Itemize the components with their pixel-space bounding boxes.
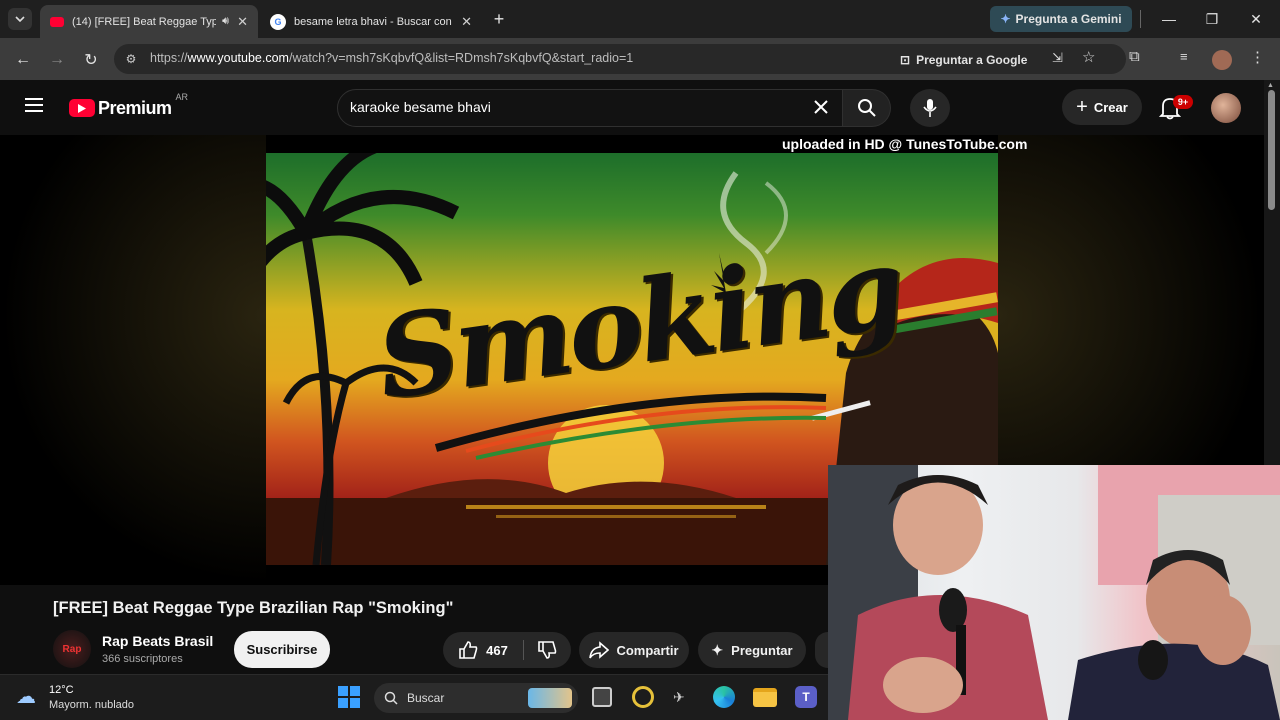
search-button[interactable] <box>843 89 891 127</box>
share-icon <box>589 641 610 659</box>
video-title: [FREE] Beat Reggae Type Brazilian Rap "S… <box>53 599 454 617</box>
lens-icon: ⊡ <box>900 53 911 67</box>
media-controls-icon[interactable]: ≡ <box>1180 49 1188 64</box>
video-watermark: uploaded in HD @ TunesToTube.com <box>782 136 1028 152</box>
close-tab-icon[interactable]: ✕ <box>237 14 248 30</box>
restore-button[interactable]: ❐ <box>1190 0 1234 38</box>
ask-google-button[interactable]: ⊡ Preguntar a Google <box>900 50 1027 70</box>
plus-icon: + <box>1076 95 1088 118</box>
chrome-menu-icon[interactable]: ⋮ <box>1250 48 1265 66</box>
teams-icon[interactable]: T <box>795 686 817 708</box>
url-host: www.youtube.com <box>187 51 289 65</box>
ask-google-label: Preguntar a Google <box>916 53 1028 67</box>
minimize-button[interactable]: — <box>1147 0 1191 38</box>
search-icon <box>857 99 876 117</box>
gemini-button[interactable]: ✦ Pregunta a Gemini <box>990 6 1132 32</box>
weather-icon: ☁ <box>16 686 36 708</box>
youtube-favicon-icon <box>50 16 64 27</box>
tab-title: besame letra bhavi - Buscar con Google <box>294 15 453 28</box>
new-tab-button[interactable]: + <box>488 8 510 30</box>
ask-label: Preguntar <box>731 642 793 658</box>
mic-icon <box>923 99 937 117</box>
ambient-glow <box>0 135 266 585</box>
close-tab-icon[interactable]: ✕ <box>461 14 472 30</box>
windows-start-icon[interactable] <box>338 686 360 708</box>
tab-google[interactable]: G besame letra bhavi - Buscar con Google… <box>260 5 482 38</box>
back-button[interactable]: ← <box>9 46 37 74</box>
scroll-up-arrow[interactable]: ▲ <box>1267 82 1274 89</box>
voice-search-button[interactable] <box>910 89 950 127</box>
install-icon[interactable]: ⇲ <box>1052 50 1063 66</box>
dislike-button[interactable] <box>524 632 570 668</box>
account-avatar[interactable] <box>1211 93 1241 123</box>
webcam-overlay <box>828 465 1280 720</box>
create-button[interactable]: + Crear <box>1062 89 1142 125</box>
subscribe-button[interactable]: Suscribirse <box>234 631 330 668</box>
url-scheme: https:// <box>150 51 188 65</box>
divider <box>1140 10 1141 28</box>
bookmark-star-icon[interactable]: ☆ <box>1082 48 1095 66</box>
share-button[interactable]: Compartir <box>579 632 689 668</box>
youtube-logo[interactable]: Premium AR <box>69 92 188 120</box>
share-label: Compartir <box>616 642 679 658</box>
task-view-icon[interactable] <box>592 687 612 707</box>
reload-button[interactable]: ↻ <box>77 46 105 74</box>
menu-icon[interactable] <box>25 97 45 117</box>
ask-button[interactable]: ✦ Preguntar <box>698 632 806 668</box>
channel-name[interactable]: Rap Beats Brasil <box>102 633 213 649</box>
weather-widget[interactable]: ☁ 12°C Mayorm. nublado <box>16 680 166 716</box>
url-path: /watch?v=msh7sKqbvfQ&list=RDmsh7sKqbvfQ&… <box>288 51 634 65</box>
close-window-button[interactable]: ✕ <box>1234 0 1278 38</box>
weather-condition: Mayorm. nublado <box>49 699 134 711</box>
dislike-icon <box>538 641 557 659</box>
forward-button[interactable]: → <box>43 46 71 74</box>
notification-badge: 9+ <box>1173 95 1193 109</box>
extensions-icon[interactable]: ⧉ <box>1129 48 1140 65</box>
like-count: 467 <box>486 642 508 658</box>
region-code: AR <box>175 92 189 102</box>
sparkle-icon: ✦ <box>711 641 724 658</box>
search-highlight-image <box>528 688 572 708</box>
create-label: Crear <box>1093 99 1128 115</box>
scrollbar-thumb[interactable] <box>1268 90 1275 210</box>
speaker-icon[interactable]: 🔊︎ <box>222 15 229 28</box>
profile-avatar[interactable] <box>1212 50 1232 70</box>
more-actions-button[interactable] <box>815 632 828 668</box>
like-icon <box>459 641 478 659</box>
subscriber-count: 366 suscriptores <box>102 653 183 665</box>
youtube-logo-icon <box>69 99 95 117</box>
google-favicon-icon: G <box>270 13 286 30</box>
like-button[interactable]: 467 <box>443 632 523 668</box>
chevron-down-icon <box>15 16 25 22</box>
tab-search-button[interactable] <box>8 8 32 30</box>
taskbar-search[interactable]: Buscar <box>374 683 578 713</box>
channel-avatar[interactable]: Rap <box>53 630 91 668</box>
site-info-icon[interactable]: ⚙ <box>122 50 140 68</box>
channel-avatar-text: Rap <box>62 643 82 655</box>
tab-title: (14) [FREE] Beat Reggae Type Brazilian R… <box>72 15 217 28</box>
taskbar-search-placeholder: Buscar <box>407 691 445 705</box>
edge-icon[interactable] <box>713 686 735 708</box>
gemini-icon: ✦ <box>1000 12 1011 26</box>
file-explorer-icon[interactable] <box>753 688 777 707</box>
tab-youtube[interactable]: (14) [FREE] Beat Reggae Type Brazilian R… <box>40 5 258 38</box>
search-icon <box>384 691 398 705</box>
copilot-icon[interactable] <box>632 686 654 708</box>
url-text[interactable]: https://www.youtube.com/watch?v=msh7sKqb… <box>150 51 633 65</box>
logo-text: Premium <box>98 97 172 118</box>
widget-app-icon[interactable]: ✈ <box>673 689 685 706</box>
gemini-label: Pregunta a Gemini <box>1015 12 1122 26</box>
clear-search-icon[interactable] <box>812 98 832 118</box>
temperature: 12°C <box>49 684 74 696</box>
search-query[interactable]: karaoke besame bhavi <box>350 99 491 115</box>
